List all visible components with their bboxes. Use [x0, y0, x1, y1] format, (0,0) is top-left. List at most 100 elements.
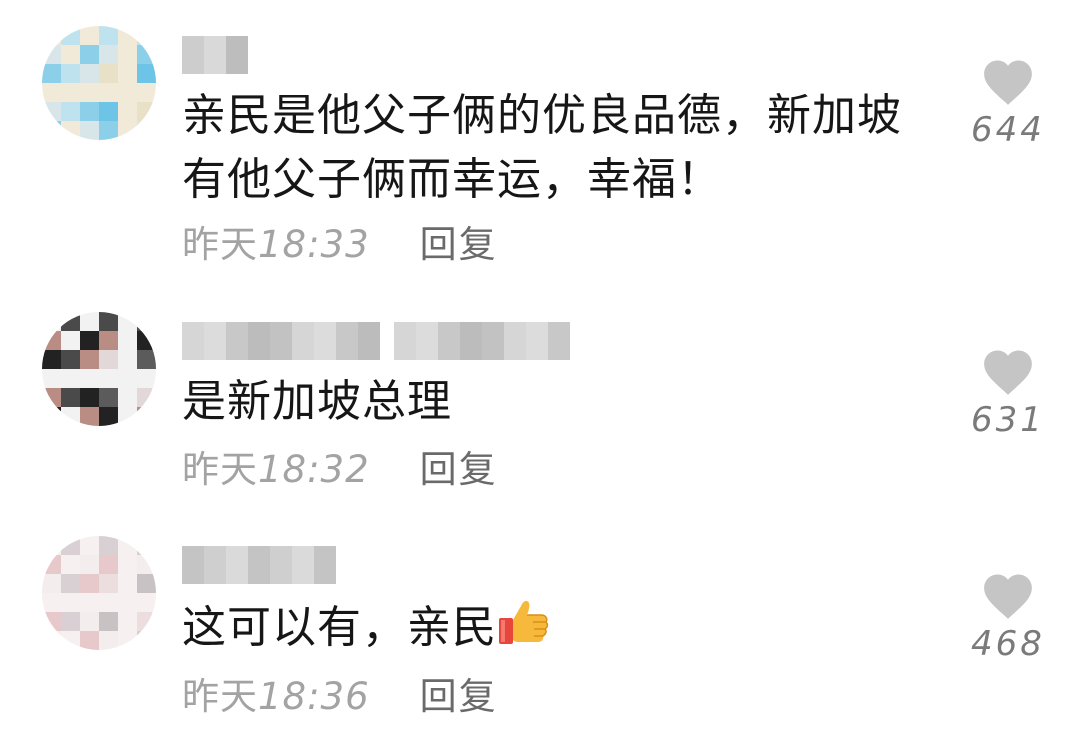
avatar-pixel [118, 631, 137, 650]
timestamp-time: 18:32 [258, 448, 370, 491]
avatar-pixel [99, 369, 118, 388]
comment-text-content: 这可以有，亲民 [182, 602, 497, 653]
avatar-pixel [80, 536, 99, 555]
avatar-pixel [137, 555, 156, 574]
username-blur-block [204, 322, 226, 360]
comment-text: 这可以有，亲民 [182, 596, 922, 666]
avatar-pixel [137, 536, 156, 555]
avatar[interactable] [42, 26, 156, 140]
avatar-pixel [61, 64, 80, 83]
avatar-pixel [61, 631, 80, 650]
username-blurred[interactable] [182, 36, 248, 74]
avatar-pixel [61, 593, 80, 612]
avatar-pixel [118, 121, 137, 140]
avatar-pixel [42, 45, 61, 64]
avatar-pixel [118, 64, 137, 83]
avatar-pixel [118, 26, 137, 45]
username-blur-block [394, 322, 416, 360]
avatar[interactable] [42, 312, 156, 426]
username-blur-block [182, 36, 204, 74]
avatar-pixel [137, 312, 156, 331]
username-blurred[interactable] [182, 546, 336, 584]
username-blur-block [438, 322, 460, 360]
avatar-pixel [99, 45, 118, 64]
comment-meta: 昨天18:32 回复 [182, 443, 498, 491]
username-blur-block [526, 322, 548, 360]
username-blur-block [270, 322, 292, 360]
username-blur-block [504, 322, 526, 360]
avatar-pixel [42, 331, 61, 350]
timestamp-day: 昨天 [182, 448, 258, 491]
avatar-pixel [99, 350, 118, 369]
avatar-pixel [99, 312, 118, 331]
avatar-pixel [118, 593, 137, 612]
avatar-pixel [137, 102, 156, 121]
avatar-pixel [99, 388, 118, 407]
thumbs-up-icon [497, 596, 551, 666]
avatar-pixel [137, 407, 156, 426]
like-button[interactable]: 631 [968, 346, 1048, 440]
comment-meta: 昨天18:33 回复 [182, 218, 498, 266]
reply-button[interactable]: 回复 [420, 666, 498, 720]
comment-meta: 昨天18:36 回复 [182, 670, 498, 718]
avatar-pixel [137, 64, 156, 83]
username-blur-block [182, 546, 204, 584]
avatar-pixel [99, 64, 118, 83]
avatar-pixel [118, 350, 137, 369]
avatar-pixel [118, 574, 137, 593]
avatar-pixel [42, 407, 61, 426]
avatar-pixel [61, 102, 80, 121]
avatar[interactable] [42, 536, 156, 650]
username-blur-block [248, 322, 270, 360]
avatar-pixel [99, 26, 118, 45]
avatar-pixel [61, 555, 80, 574]
avatar-pixel [99, 612, 118, 631]
avatar-pixel [42, 64, 61, 83]
avatar-pixel [42, 312, 61, 331]
avatar-pixel [80, 312, 99, 331]
avatar-pixel [99, 83, 118, 102]
avatar-pixel [42, 574, 61, 593]
username-blur-block [416, 322, 438, 360]
avatar-pixel [99, 593, 118, 612]
avatar-pixel [80, 555, 99, 574]
avatar-pixel [137, 45, 156, 64]
avatar-pixel [118, 536, 137, 555]
avatar-pixel [137, 83, 156, 102]
avatar-pixel [80, 574, 99, 593]
avatar-pixel [61, 388, 80, 407]
username-blur-block [358, 322, 380, 360]
username-blur-block [314, 546, 336, 584]
avatar-pixel [118, 45, 137, 64]
avatar-pixel [42, 612, 61, 631]
avatar-pixel [80, 64, 99, 83]
username-blurred[interactable] [182, 322, 570, 360]
username-blur-block [482, 322, 504, 360]
like-button[interactable]: 468 [968, 570, 1048, 664]
avatar-pixel [80, 26, 99, 45]
reply-button[interactable]: 回复 [420, 439, 498, 493]
avatar-pixel [99, 574, 118, 593]
avatar-pixel [118, 312, 137, 331]
avatar-pixel [61, 331, 80, 350]
avatar-pixel [118, 388, 137, 407]
avatar-pixel [80, 121, 99, 140]
timestamp-day: 昨天 [182, 675, 258, 718]
comment-text: 亲民是他父子俩的优良品德，新加坡有他父子俩而幸运，幸福！ [182, 90, 902, 205]
avatar-pixel [137, 350, 156, 369]
like-button[interactable]: 644 [968, 56, 1048, 150]
avatar-pixel [61, 312, 80, 331]
timestamp-day: 昨天 [182, 223, 258, 266]
avatar-pixel [80, 612, 99, 631]
avatar-pixel [137, 612, 156, 631]
avatar-pixel [42, 631, 61, 650]
avatar-pixel [61, 536, 80, 555]
timestamp-time: 18:36 [258, 675, 370, 718]
reply-button[interactable]: 回复 [420, 214, 498, 268]
avatar-pixel [61, 45, 80, 64]
avatar-pixel [80, 631, 99, 650]
avatar-pixel [42, 26, 61, 45]
username-blur-block [548, 322, 570, 360]
avatar-pixel [118, 331, 137, 350]
avatar-pixel [137, 26, 156, 45]
